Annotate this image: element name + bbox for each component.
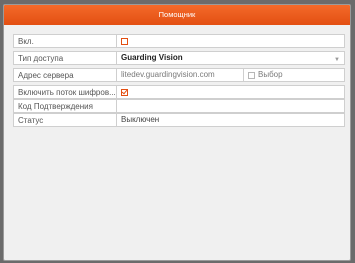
server-address-value: litedev.guardingvision.com — [121, 70, 215, 79]
access-type-label: Тип доступа — [13, 51, 116, 65]
access-type-value: Guarding Vision — [121, 53, 183, 62]
verification-code-input[interactable] — [116, 99, 345, 113]
server-address-row: Адрес сервера litedev.guardingvision.com… — [13, 68, 345, 82]
enable-field[interactable] — [116, 34, 345, 48]
dialog-title: Помощник — [4, 5, 350, 25]
status-field: Выключен — [116, 113, 345, 127]
access-type-row: Тип доступа Guarding Vision ▼ — [13, 51, 345, 65]
status-label: Статус — [13, 113, 116, 127]
server-address-input[interactable]: litedev.guardingvision.com — [116, 68, 243, 82]
status-value: Выключен — [121, 115, 160, 124]
custom-server-checkbox[interactable] — [248, 71, 255, 79]
chevron-down-icon[interactable]: ▼ — [334, 54, 340, 66]
enable-checkbox[interactable] — [121, 37, 128, 45]
enable-row: Вкл. — [13, 34, 345, 48]
stream-encryption-checkbox[interactable] — [121, 88, 128, 96]
custom-server-option[interactable]: Выбор — [243, 68, 345, 82]
stream-encryption-label: Включить поток шифров... — [13, 85, 116, 99]
verification-code-label: Код Подтверждения — [13, 99, 116, 113]
enable-label: Вкл. — [13, 34, 116, 48]
helper-dialog: Помощник Вкл. Тип доступа Guarding Visio… — [3, 4, 351, 261]
verification-code-row: Код Подтверждения — [13, 99, 345, 113]
access-type-select[interactable]: Guarding Vision ▼ — [116, 51, 345, 65]
status-row: Статус Выключен — [13, 113, 345, 127]
custom-server-label: Выбор — [258, 70, 283, 79]
stream-encryption-field[interactable] — [116, 85, 345, 99]
server-address-label: Адрес сервера — [13, 68, 116, 82]
settings-form: Вкл. Тип доступа Guarding Vision ▼ Адрес… — [13, 34, 345, 127]
stream-encryption-row: Включить поток шифров... — [13, 85, 345, 99]
